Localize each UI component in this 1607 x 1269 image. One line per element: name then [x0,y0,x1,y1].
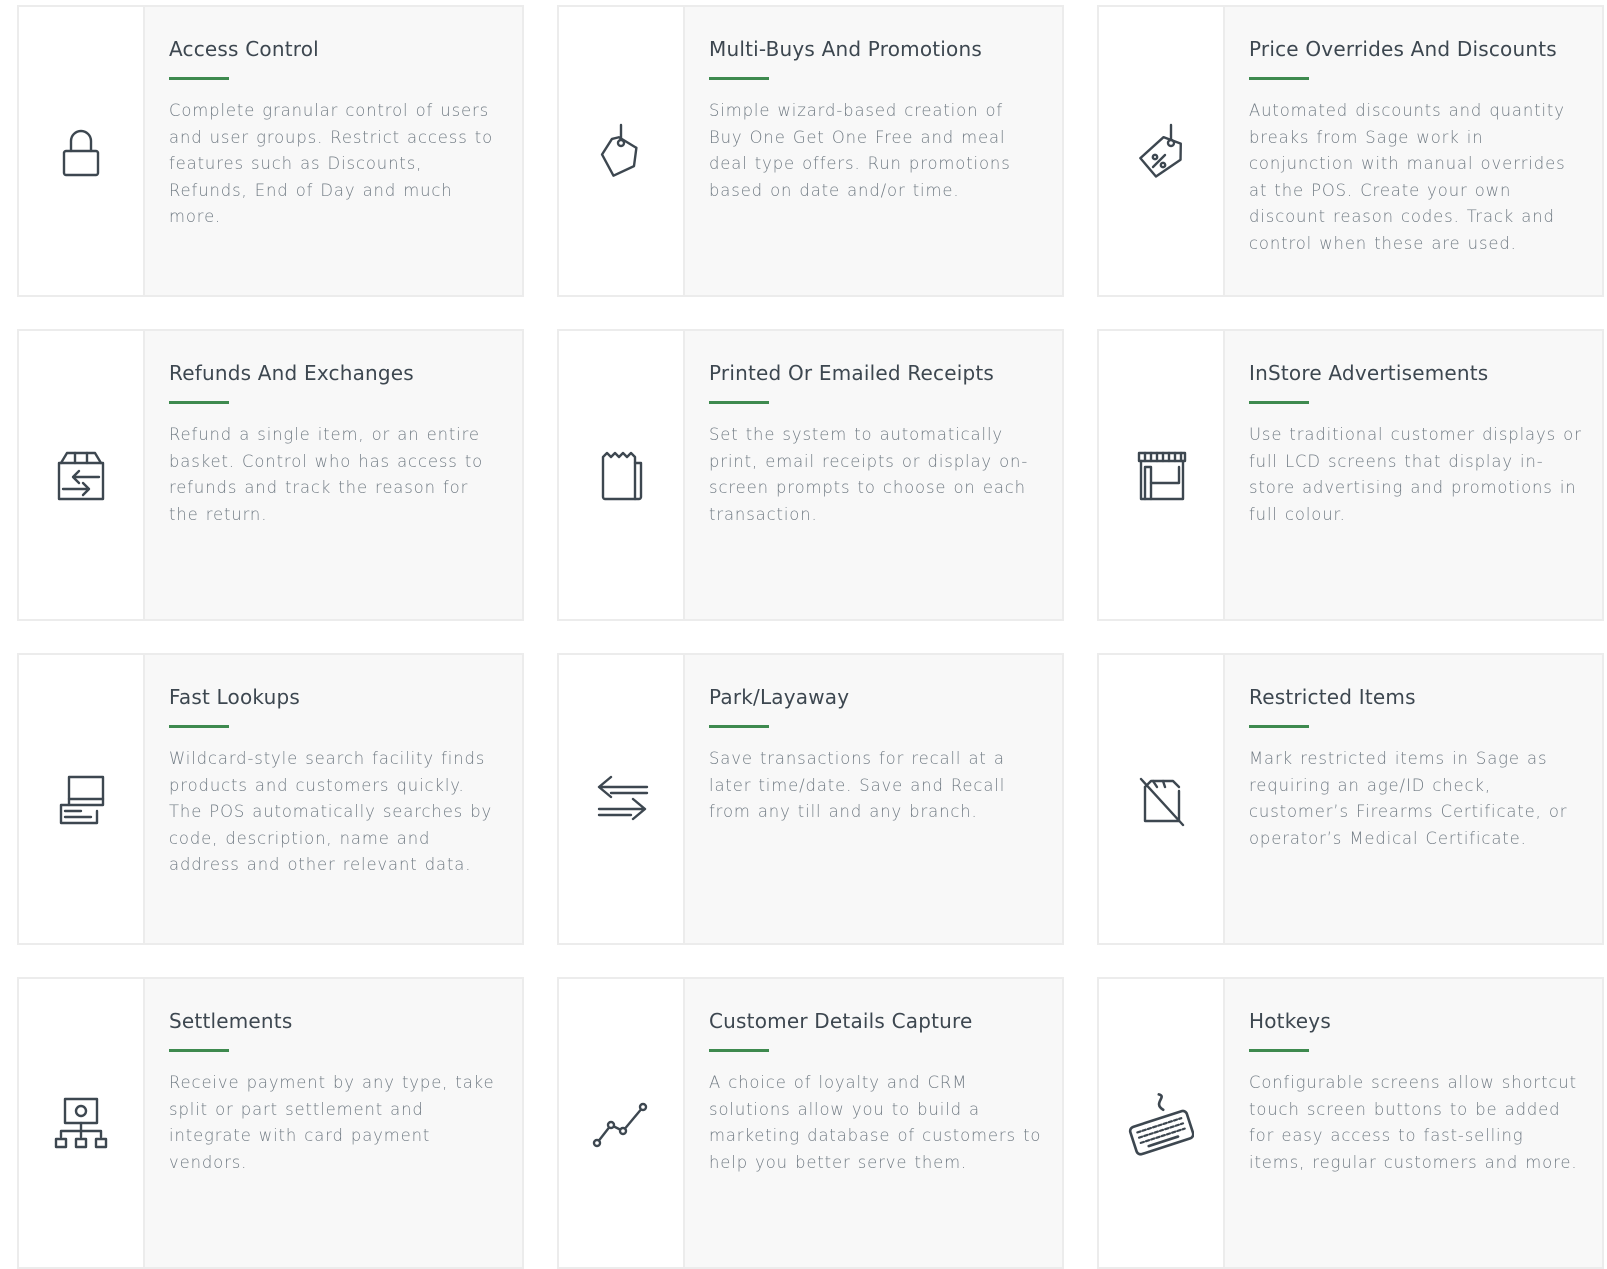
feature-title: InStore Advertisements [1249,361,1489,385]
icon-column [1099,7,1223,295]
feature-text: Refunds And Exchanges Refund a single it… [143,331,522,619]
feature-title: Hotkeys [1249,1009,1331,1033]
feature-card-park-layaway: Park/Layaway Save transactions for recal… [557,653,1064,945]
feature-text: Access Control Complete granular control… [143,7,522,295]
exchange-box-icon [57,451,105,501]
accent-rule [169,1049,229,1052]
icon-column [559,7,683,295]
icon-column [1099,331,1223,619]
swap-arrows-icon [597,775,649,821]
feature-card-settlements: Settlements Receive payment by any type,… [17,977,524,1269]
line-graph-icon [592,1102,648,1148]
feature-title: Park/Layaway [709,685,850,709]
accent-rule [709,401,769,404]
feature-description: Receive payment by any type, take split … [169,1073,495,1172]
accent-rule [169,77,229,80]
accent-rule [1249,725,1309,728]
feature-title: Restricted Items [1249,685,1416,709]
feature-description: Complete granular control of users and u… [169,101,494,226]
feature-description: Save transactions for recall at a later … [709,749,1006,821]
accent-rule [1249,1049,1309,1052]
feature-description: Use traditional customer displays or ful… [1249,425,1582,524]
icon-column [559,979,683,1267]
percent-tag-icon [1139,123,1182,178]
price-tag-icon [600,123,638,177]
icon-column [19,655,143,943]
feature-title: Price Overrides And Discounts [1249,37,1557,61]
feature-card-access-control: Access Control Complete granular control… [17,5,524,297]
feature-card-hotkeys: Hotkeys Configurable screens allow short… [1097,977,1604,1269]
accent-rule [709,77,769,80]
feature-title: Multi-Buys And Promotions [709,37,982,61]
feature-text: Customer Details Capture A choice of loy… [683,979,1062,1267]
icon-column [19,7,143,295]
feature-description: A choice of loyalty and CRM solutions al… [709,1073,1042,1172]
feature-title: Fast Lookups [169,685,300,709]
icon-column [559,655,683,943]
accent-rule [709,1049,769,1052]
receipt-icon [601,451,643,501]
feature-title: Refunds And Exchanges [169,361,414,385]
feature-text: Price Overrides And Discounts Automated … [1223,7,1602,295]
feature-title: Access Control [169,37,319,61]
feature-text: Restricted Items Mark restricted items i… [1223,655,1602,943]
feature-title: Settlements [169,1009,293,1033]
feature-text: Multi-Buys And Promotions Simple wizard-… [683,7,1062,295]
icon-column [1099,979,1223,1267]
feature-card-receipts: Printed Or Emailed Receipts Set the syst… [557,329,1064,621]
feature-text: Printed Or Emailed Receipts Set the syst… [683,331,1062,619]
icon-column [19,979,143,1267]
padlock-icon [62,129,100,177]
feature-text: InStore Advertisements Use traditional c… [1223,331,1602,619]
feature-text: Hotkeys Configurable screens allow short… [1223,979,1602,1267]
feature-card-price-overrides: Price Overrides And Discounts Automated … [1097,5,1604,297]
accent-rule [1249,401,1309,404]
feature-description: Refund a single item, or an entire baske… [169,425,484,524]
accent-rule [169,401,229,404]
icon-column [1099,655,1223,943]
storefront-icon [1137,451,1187,501]
keyboard-icon [1128,1093,1194,1156]
network-icon [54,1097,108,1149]
accent-rule [1249,77,1309,80]
feature-card-fast-lookups: Fast Lookups Wildcard-style search facil… [17,653,524,945]
feature-card-restricted-items: Restricted Items Mark restricted items i… [1097,653,1604,945]
monitors-icon [59,775,105,825]
feature-title: Printed Or Emailed Receipts [709,361,995,385]
feature-text: Fast Lookups Wildcard-style search facil… [143,655,522,943]
feature-card-customer-details: Customer Details Capture A choice of loy… [557,977,1064,1269]
feature-description: Mark restricted items in Sage as requiri… [1249,749,1568,848]
feature-text: Settlements Receive payment by any type,… [143,979,522,1267]
accent-rule [169,725,229,728]
icon-column [19,331,143,619]
feature-card-refunds: Refunds And Exchanges Refund a single it… [17,329,524,621]
feature-card-instore-ads: InStore Advertisements Use traditional c… [1097,329,1604,621]
feature-title: Customer Details Capture [709,1009,973,1033]
feature-description: Set the system to automatically print, e… [709,425,1029,524]
feature-card-multi-buys: Multi-Buys And Promotions Simple wizard-… [557,5,1064,297]
feature-text: Park/Layaway Save transactions for recal… [683,655,1062,943]
feature-description: Automated discounts and quantity breaks … [1249,101,1566,253]
accent-rule [709,725,769,728]
feature-description: Wildcard-style search facility finds pro… [169,749,493,874]
feature-description: Configurable screens allow shortcut touc… [1249,1073,1578,1172]
icon-column [559,331,683,619]
restricted-box-icon [1139,777,1185,827]
feature-description: Simple wizard-based creation of Buy One … [709,101,1011,200]
